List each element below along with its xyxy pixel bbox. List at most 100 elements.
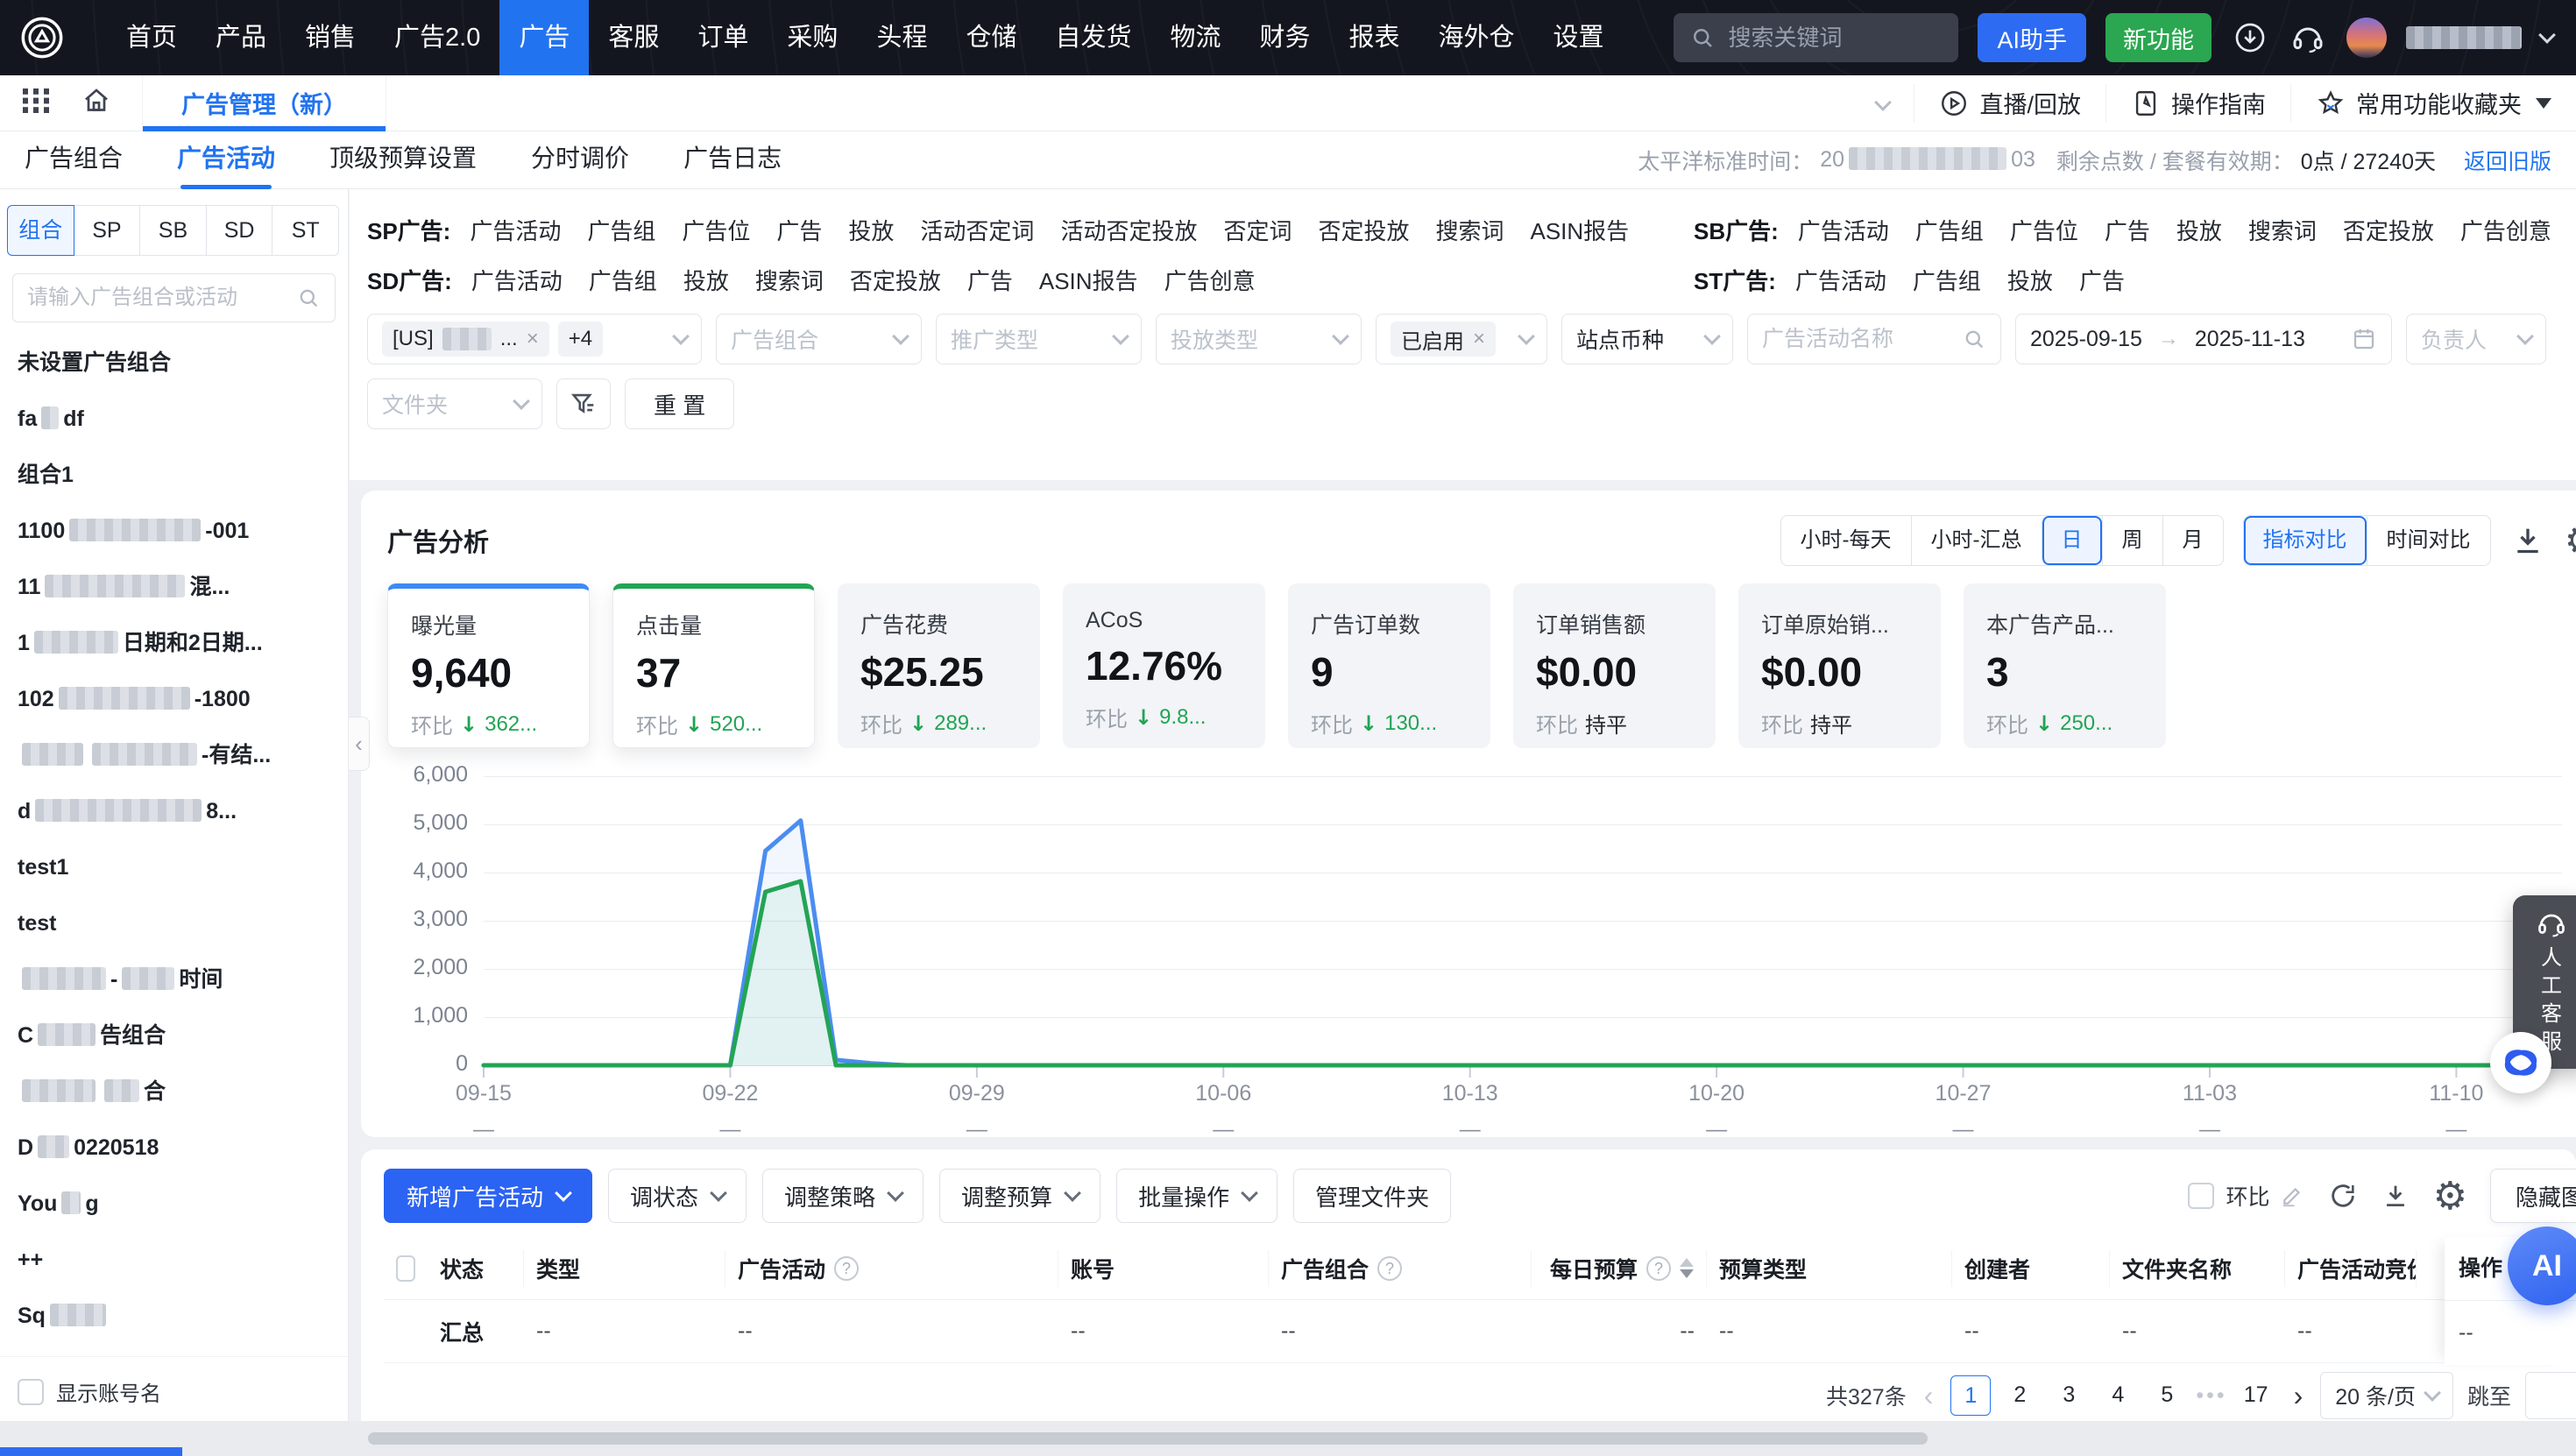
quick-link[interactable]: 否定词	[1223, 214, 1292, 246]
table-column-header[interactable]: 文件夹名称	[2110, 1250, 2285, 1287]
quick-link[interactable]: 否定投放	[850, 264, 941, 296]
sidebar-list-item[interactable]: -时间	[0, 951, 348, 1007]
help-icon[interactable]: ?	[1377, 1256, 1402, 1281]
help-icon[interactable]: ?	[834, 1256, 859, 1281]
download-table-icon[interactable]	[2381, 1181, 2410, 1211]
global-search[interactable]	[1674, 13, 1958, 62]
new-campaign-button[interactable]: 新增广告活动	[384, 1169, 592, 1223]
app-logo-icon[interactable]	[19, 15, 65, 60]
nav-item[interactable]: 首页	[107, 0, 196, 75]
table-column-header[interactable]: 广告活动竞价	[2285, 1250, 2417, 1287]
show-account-checkbox[interactable]	[18, 1379, 44, 1405]
period-button[interactable]: 小时-汇总	[1911, 516, 2042, 565]
metric-card[interactable]: 订单销售额 $0.00 环比持平	[1513, 583, 1716, 748]
nav-item[interactable]: 订单	[678, 0, 768, 75]
trend-chart[interactable]: 01,0002,0003,0004,0005,0006,00009-15—09-…	[387, 755, 2576, 1141]
metric-card[interactable]: 本广告产品... 3 环比↓250...	[1964, 583, 2166, 748]
sidebar-tab[interactable]: SP	[74, 205, 141, 256]
promo-type-filter-select[interactable]: 推广类型	[936, 314, 1142, 364]
nav-item[interactable]: 广告	[499, 0, 589, 75]
quick-link[interactable]: 活动否定词	[920, 214, 1034, 246]
status-filter-select[interactable]: 已启用×	[1376, 314, 1547, 364]
module-tab[interactable]: 分时调价	[531, 131, 629, 189]
page-button[interactable]: 1	[1950, 1375, 1991, 1416]
campaign-name-search[interactable]	[1747, 314, 2001, 364]
action-dropdown-button[interactable]: 批量操作	[1116, 1169, 1277, 1223]
period-button[interactable]: 周	[2102, 516, 2162, 565]
nav-item[interactable]: 报表	[1330, 0, 1419, 75]
chart-settings-gear-icon[interactable]: ⚙	[2565, 519, 2576, 563]
sidebar-list-item[interactable]: -有结...	[0, 727, 348, 783]
account-filter-select[interactable]: [US]...× +4	[367, 314, 702, 364]
sidebar-list-item[interactable]: d8...	[0, 783, 348, 839]
sidebar-tab[interactable]: 组合	[7, 205, 74, 256]
help-icon[interactable]: ?	[1646, 1256, 1671, 1281]
favorites-button[interactable]: 常用功能收藏夹	[2290, 84, 2576, 123]
back-to-old-link[interactable]: 返回旧版	[2464, 145, 2551, 176]
page-tab-ad-management[interactable]: 广告管理（新）	[142, 75, 386, 131]
table-column-header[interactable]: 创建者	[1952, 1250, 2110, 1287]
sidebar-list-item[interactable]: 1100-001	[0, 503, 348, 559]
refresh-icon[interactable]	[2328, 1181, 2358, 1211]
metric-card[interactable]: 广告花费 $25.25 环比↓289...	[838, 583, 1040, 748]
quick-link[interactable]: 搜索词	[2248, 214, 2317, 246]
chevron-down-icon[interactable]	[2538, 26, 2556, 44]
live-replay-button[interactable]: 直播/回放	[1914, 84, 2105, 123]
prev-page-icon[interactable]: ‹	[1921, 1375, 1937, 1416]
date-range-picker[interactable]: 2025-09-15 → 2025-11-13	[2015, 314, 2392, 364]
sidebar-tab[interactable]: SD	[206, 205, 273, 256]
next-page-icon[interactable]: ›	[2290, 1375, 2307, 1416]
compare-button[interactable]: 指标对比	[2244, 516, 2367, 565]
sidebar-collapse-handle[interactable]: ‹	[349, 717, 370, 771]
nav-item[interactable]: 设置	[1534, 0, 1624, 75]
nav-item[interactable]: 产品	[196, 0, 286, 75]
quick-link[interactable]: 广告组	[587, 214, 655, 246]
page-button[interactable]: 4	[2098, 1375, 2138, 1416]
sidebar-list-item[interactable]: 1日期和2日期...	[0, 615, 348, 671]
metric-card[interactable]: 曝光量 9,640 环比↓362...	[387, 583, 590, 748]
quick-link[interactable]: 广告组	[589, 264, 657, 296]
quick-link[interactable]: 广告组	[1913, 264, 1981, 296]
quick-link[interactable]: 广告	[967, 264, 1013, 296]
table-column-header[interactable]: 预算类型	[1707, 1250, 1952, 1287]
sidebar-list-item[interactable]: 合	[0, 1064, 348, 1120]
quick-link[interactable]: 广告活动	[470, 214, 561, 246]
table-column-header[interactable]: 广告组合?	[1269, 1250, 1532, 1287]
page-size-select[interactable]: 20 条/页	[2320, 1372, 2453, 1419]
action-dropdown-button[interactable]: 调整策略	[762, 1169, 924, 1223]
quick-link[interactable]: 投放	[2176, 214, 2222, 246]
select-all-checkbox[interactable]	[396, 1255, 415, 1282]
targeting-type-filter-select[interactable]: 投放类型	[1156, 314, 1362, 364]
quick-link[interactable]: 广告	[2079, 264, 2125, 296]
metric-card[interactable]: 订单原始销... $0.00 环比持平	[1738, 583, 1941, 748]
module-tab[interactable]: 广告组合	[25, 131, 123, 189]
quick-link[interactable]: 广告	[776, 214, 822, 246]
period-button[interactable]: 月	[2162, 516, 2223, 565]
sidebar-list-item[interactable]: C告组合	[0, 1007, 348, 1064]
nav-item[interactable]: 广告2.0	[375, 0, 499, 75]
sidebar-list-item[interactable]: test1	[0, 839, 348, 895]
sidebar-list-item[interactable]: fadf	[0, 391, 348, 447]
quick-link[interactable]: 否定投放	[1318, 214, 1409, 246]
compare-checkbox[interactable]	[2188, 1183, 2214, 1209]
sort-icon[interactable]	[1680, 1258, 1694, 1278]
sidebar-list-item[interactable]: D0220518	[0, 1120, 348, 1176]
module-tab[interactable]: 广告活动	[177, 131, 275, 189]
nav-item[interactable]: 物流	[1150, 0, 1240, 75]
table-column-header[interactable]: 账号	[1058, 1250, 1269, 1287]
sidebar-list-item[interactable]: Youg	[0, 1176, 348, 1232]
metric-card[interactable]: ACoS 12.76% 环比↓9.8...	[1063, 583, 1265, 748]
quick-link[interactable]: 广告位	[2010, 214, 2078, 246]
quick-link[interactable]: 广告	[2105, 214, 2150, 246]
new-feature-button[interactable]: 新功能	[2105, 13, 2212, 62]
metric-card[interactable]: 广告订单数 9 环比↓130...	[1288, 583, 1490, 748]
hide-chart-button[interactable]: 隐藏图表	[2490, 1169, 2576, 1223]
quick-link[interactable]: 投放	[848, 214, 894, 246]
global-search-input[interactable]	[1728, 25, 1943, 52]
home-icon[interactable]	[81, 85, 112, 121]
table-column-header[interactable]: 广告活动?	[725, 1250, 1058, 1287]
portfolio-filter-select[interactable]: 广告组合	[716, 314, 922, 364]
sidebar-list-item[interactable]: 未设置广告组合	[0, 335, 348, 391]
quick-link[interactable]: ASIN报告	[1531, 214, 1630, 246]
ai-assistant-button[interactable]: AI助手	[1978, 13, 2086, 62]
